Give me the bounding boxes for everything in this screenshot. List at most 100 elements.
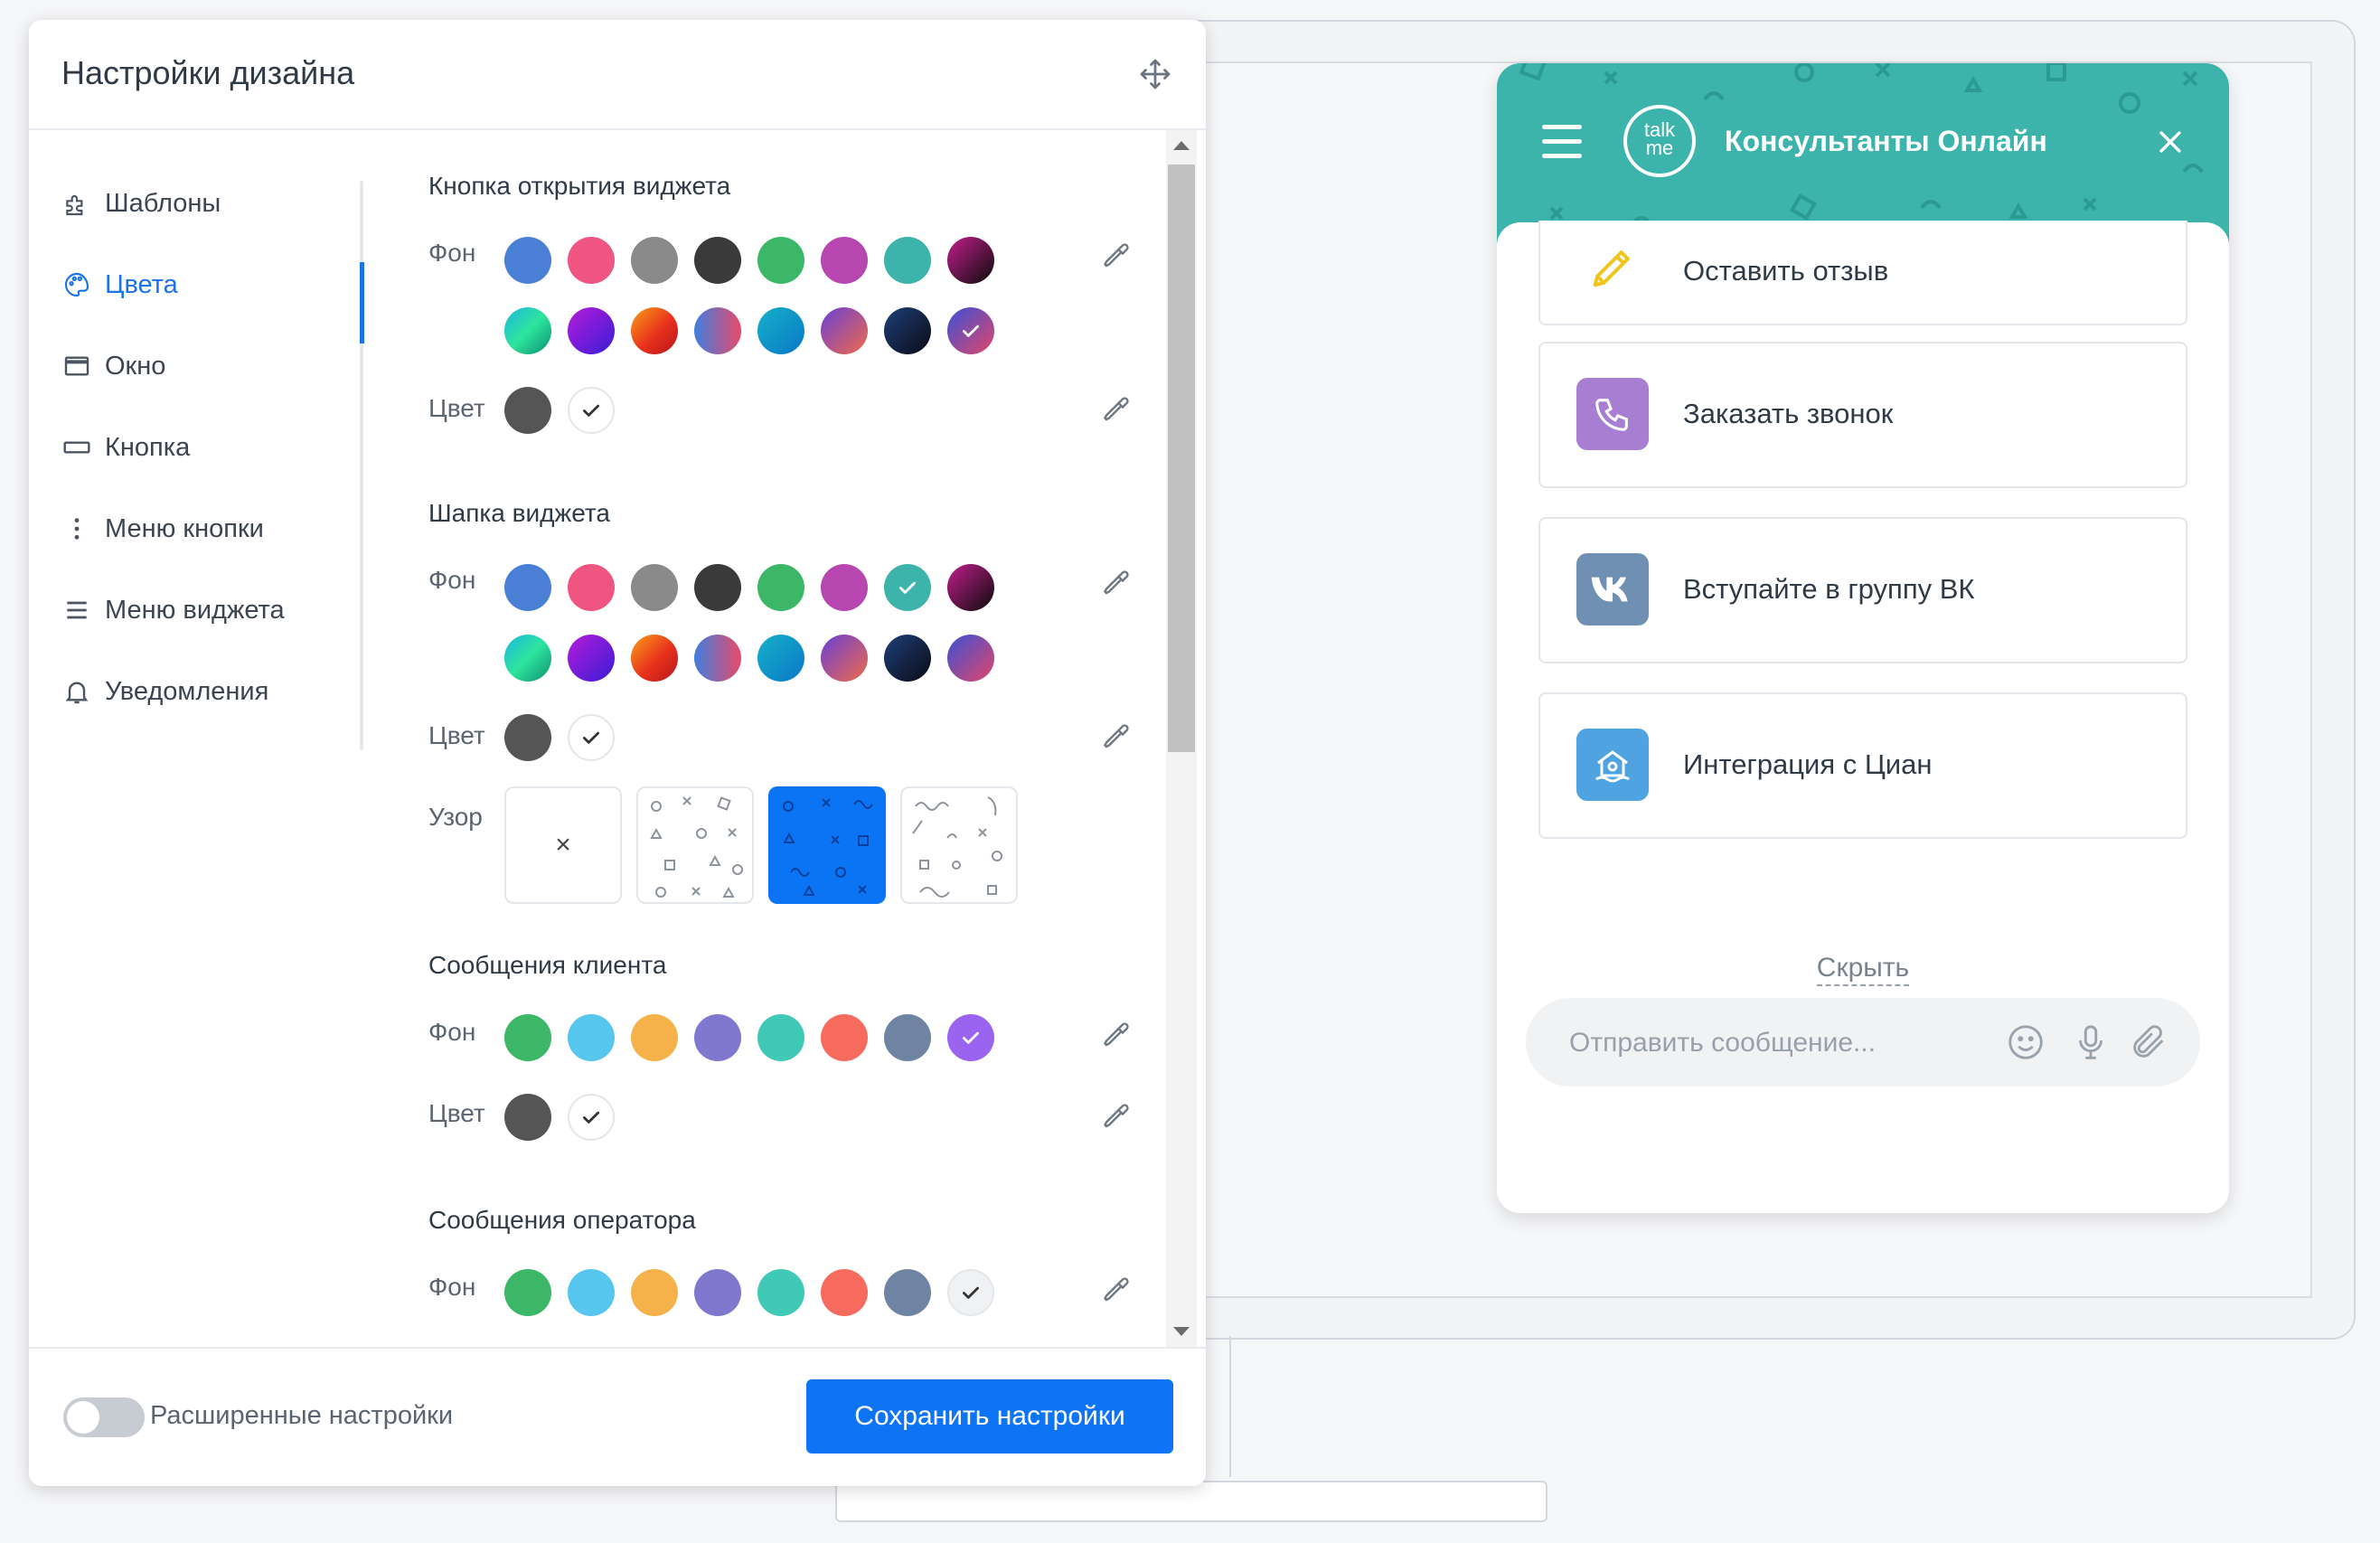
color-swatch[interactable] — [504, 1269, 551, 1316]
message-input[interactable] — [1567, 1021, 1987, 1065]
scroll-down-arrow[interactable] — [1173, 1327, 1190, 1336]
color-swatch[interactable] — [884, 1269, 931, 1316]
color-swatch[interactable] — [568, 387, 615, 434]
nav-item-window[interactable]: Окно — [60, 343, 165, 389]
pattern-doodle[interactable] — [900, 786, 1018, 904]
color-swatch[interactable] — [568, 714, 615, 761]
pipette-icon[interactable] — [1101, 720, 1134, 752]
color-swatch[interactable] — [568, 1094, 615, 1141]
color-swatch[interactable] — [568, 307, 615, 354]
color-swatch[interactable] — [631, 1014, 678, 1061]
color-swatch[interactable] — [504, 635, 551, 682]
color-swatch[interactable] — [947, 307, 994, 354]
color-swatch[interactable] — [821, 635, 868, 682]
nav-item-templates[interactable]: Шаблоны — [60, 181, 221, 226]
color-swatch[interactable] — [821, 564, 868, 611]
menu-item-label: Заказать звонок — [1683, 398, 1894, 429]
move-icon[interactable] — [1139, 58, 1171, 90]
color-swatch[interactable] — [821, 1014, 868, 1061]
color-swatch[interactable] — [757, 1269, 804, 1316]
row-label-pattern: Узор — [428, 803, 483, 831]
palette-icon — [60, 268, 94, 302]
color-swatch[interactable] — [568, 564, 615, 611]
color-swatch[interactable] — [821, 1269, 868, 1316]
nav-item-colors[interactable]: Цвета — [60, 262, 178, 307]
color-swatch[interactable] — [568, 635, 615, 682]
color-swatch[interactable] — [504, 307, 551, 354]
color-swatch[interactable] — [504, 237, 551, 284]
pipette-icon[interactable] — [1101, 1018, 1134, 1050]
row-label-color: Цвет — [428, 394, 485, 422]
nav-item-button-menu[interactable]: Меню кнопки — [60, 506, 264, 551]
advanced-settings-toggle[interactable] — [63, 1397, 145, 1437]
color-swatch[interactable] — [947, 237, 994, 284]
color-swatch[interactable] — [568, 1269, 615, 1316]
widget-menu-button[interactable] — [1542, 125, 1582, 159]
color-swatch[interactable] — [504, 714, 551, 761]
menu-item-order-call[interactable]: Заказать звонок — [1538, 342, 2187, 488]
color-swatch[interactable] — [757, 635, 804, 682]
color-swatch[interactable] — [631, 307, 678, 354]
color-swatch[interactable] — [694, 237, 741, 284]
color-swatch[interactable] — [884, 635, 931, 682]
pipette-icon[interactable] — [1101, 566, 1134, 598]
color-swatch[interactable] — [757, 1014, 804, 1061]
color-swatch[interactable] — [694, 1269, 741, 1316]
color-swatch[interactable] — [631, 237, 678, 284]
menu-item-cian-integration[interactable]: Интеграция с Циан — [1538, 692, 2187, 839]
scrollbar-thumb[interactable] — [1168, 165, 1195, 752]
color-swatch[interactable] — [884, 1014, 931, 1061]
color-swatch[interactable] — [821, 307, 868, 354]
color-swatch[interactable] — [757, 564, 804, 611]
color-swatch[interactable] — [947, 1014, 994, 1061]
row-label-bg: Фон — [428, 566, 476, 594]
close-icon[interactable] — [2155, 127, 2186, 157]
vk-icon — [1576, 553, 1649, 626]
color-swatch[interactable] — [947, 1269, 994, 1316]
color-swatch[interactable] — [631, 1269, 678, 1316]
color-swatch[interactable] — [884, 564, 931, 611]
color-swatch[interactable] — [694, 1014, 741, 1061]
paperclip-icon[interactable] — [2128, 1021, 2169, 1063]
color-swatch[interactable] — [694, 307, 741, 354]
color-swatch[interactable] — [947, 564, 994, 611]
nav-active-indicator — [360, 262, 364, 343]
bell-icon — [60, 674, 94, 709]
row-label-bg: Фон — [428, 1018, 476, 1046]
section-title-header: Шапка виджета — [428, 499, 610, 527]
color-swatch[interactable] — [568, 1014, 615, 1061]
color-swatch[interactable] — [631, 635, 678, 682]
scroll-up-arrow[interactable] — [1173, 141, 1190, 150]
color-swatch[interactable] — [694, 635, 741, 682]
color-swatch[interactable] — [757, 307, 804, 354]
button-icon — [60, 430, 94, 465]
microphone-icon[interactable] — [2070, 1021, 2112, 1063]
color-swatch[interactable] — [821, 237, 868, 284]
color-swatch[interactable] — [504, 564, 551, 611]
pattern-none[interactable]: × — [504, 786, 622, 904]
pipette-icon[interactable] — [1101, 392, 1134, 425]
nav-item-button[interactable]: Кнопка — [60, 425, 190, 470]
color-swatch[interactable] — [504, 1014, 551, 1061]
pattern-blue-geometric[interactable] — [768, 786, 886, 904]
color-swatch[interactable] — [757, 237, 804, 284]
color-swatch[interactable] — [504, 387, 551, 434]
color-swatch[interactable] — [884, 237, 931, 284]
save-settings-button[interactable]: Сохранить настройки — [806, 1379, 1173, 1454]
menu-item-join-vk[interactable]: Вступайте в группу ВК — [1538, 517, 2187, 663]
smile-icon[interactable] — [2005, 1021, 2046, 1063]
color-swatch[interactable] — [947, 635, 994, 682]
color-swatch[interactable] — [884, 307, 931, 354]
pattern-geometric[interactable] — [636, 786, 754, 904]
pipette-icon[interactable] — [1101, 1273, 1134, 1305]
color-swatch[interactable] — [631, 564, 678, 611]
pipette-icon[interactable] — [1101, 239, 1134, 271]
hide-link[interactable]: Скрыть — [1497, 953, 2229, 986]
nav-item-widget-menu[interactable]: Меню виджета — [60, 588, 285, 633]
color-swatch[interactable] — [694, 564, 741, 611]
color-swatch[interactable] — [568, 237, 615, 284]
color-swatch[interactable] — [504, 1094, 551, 1141]
pipette-icon[interactable] — [1101, 1099, 1134, 1132]
nav-item-notifications[interactable]: Уведомления — [60, 669, 268, 714]
menu-item-leave-review[interactable]: Оставить отзыв — [1538, 221, 2187, 325]
